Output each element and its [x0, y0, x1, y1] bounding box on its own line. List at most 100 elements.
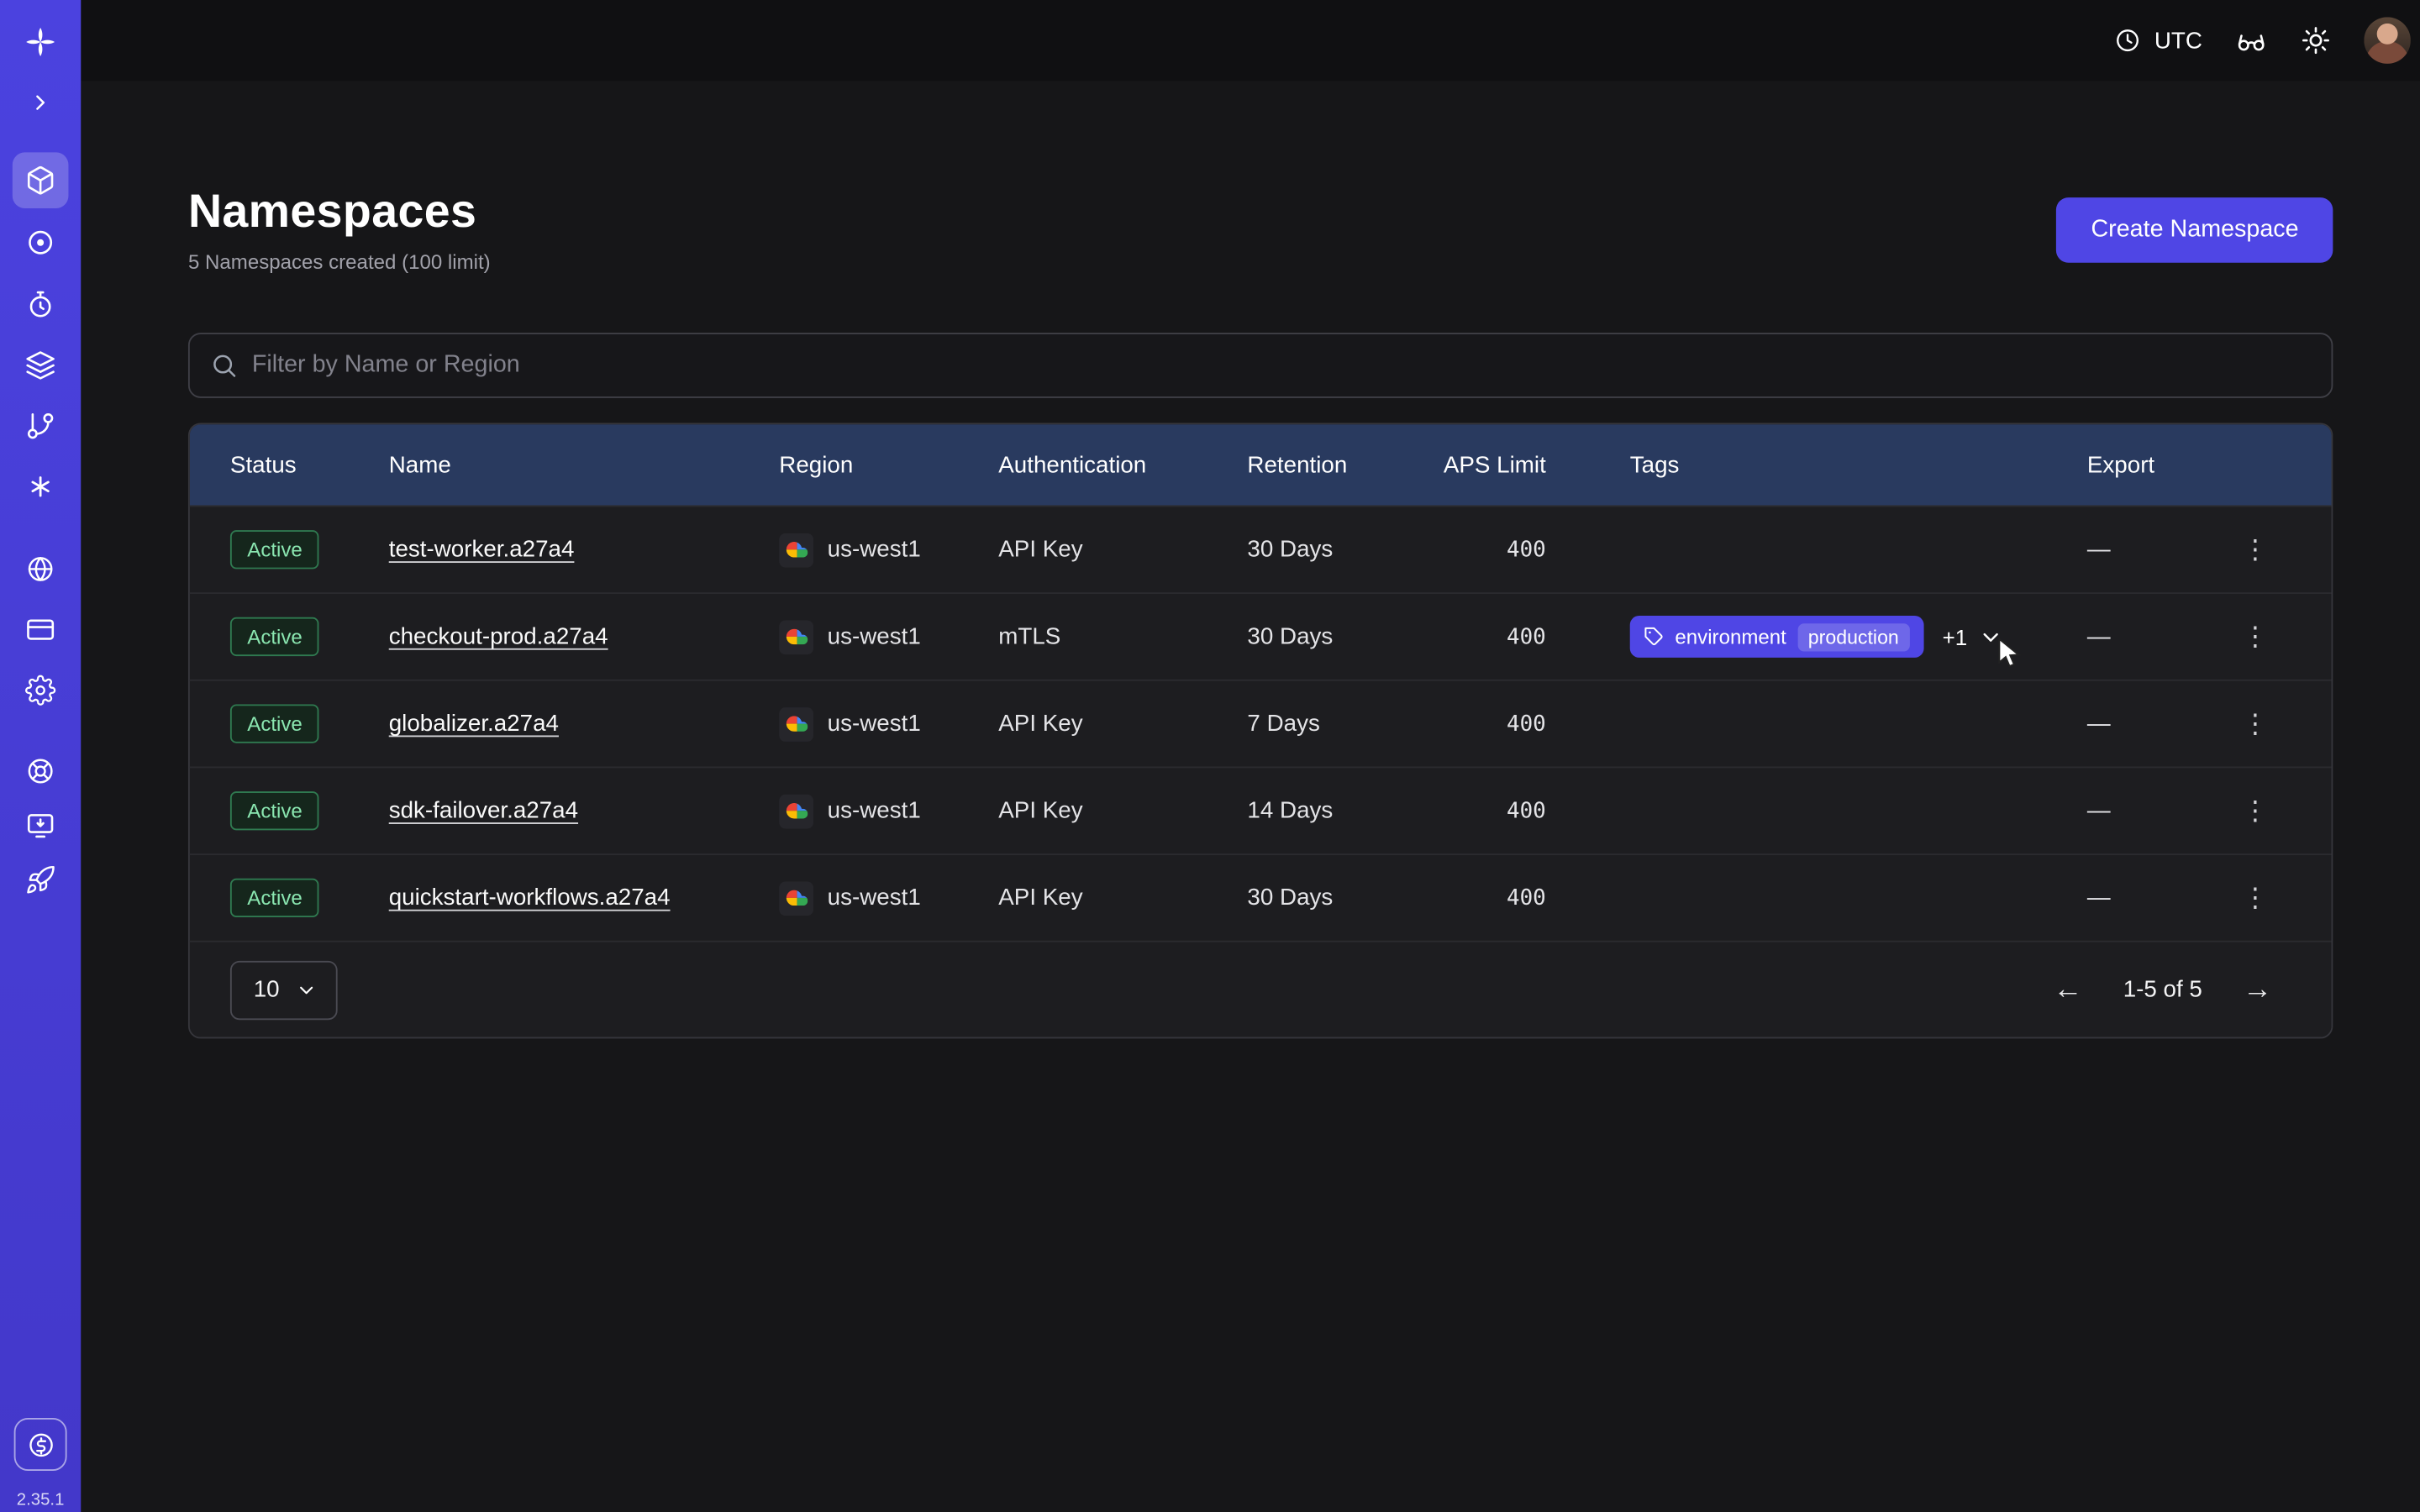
table-row: Active checkout-prod.a27a4 us-west1 mTLS… [190, 592, 2332, 680]
status-badge: Active [230, 617, 319, 656]
table-row: Active globalizer.a27a4 us-west1 API Key… [190, 680, 2332, 767]
row-menu-button[interactable]: ⋮ [2229, 530, 2281, 569]
sidebar-expand-button[interactable] [13, 75, 69, 131]
credit-card-icon [25, 614, 56, 645]
col-aps-limit: APS Limit [1440, 452, 1630, 478]
next-page-button[interactable]: → [2243, 975, 2272, 1005]
page-size-value: 10 [254, 976, 280, 1002]
namespace-link[interactable]: quickstart-workflows.a27a4 [389, 885, 671, 911]
usage-button[interactable] [14, 1418, 67, 1471]
sidebar-item-workflows[interactable] [13, 398, 69, 454]
main-area: UTC Namespaces 5 Namespaces created (100… [81, 0, 2420, 1512]
tag-pill-group: environment production +1 [1630, 616, 2003, 658]
tag-value: production [1797, 622, 1910, 650]
row-menu-button[interactable]: ⋮ [2229, 791, 2281, 830]
namespace-count-label: 5 Namespaces created (100 limit) [188, 250, 491, 274]
row-menu-button[interactable]: ⋮ [2229, 617, 2281, 656]
gcp-cloud-icon [779, 706, 813, 741]
theme-toggle-button[interactable] [2300, 25, 2331, 56]
gcp-cloud-icon [779, 794, 813, 828]
table-header-row: Status Name Region Authentication Retent… [190, 424, 2332, 505]
chevron-right-icon [28, 90, 53, 115]
filter-input[interactable] [252, 351, 2312, 379]
version-label: 2.35.1 [0, 1491, 81, 1509]
prev-page-button[interactable]: ← [2053, 975, 2082, 1005]
clock-icon [2114, 26, 2142, 54]
col-region: Region [779, 452, 998, 478]
aps-limit-value: 400 [1440, 885, 1630, 911]
col-name: Name [389, 452, 780, 478]
sidebar-item-deployments[interactable] [13, 338, 69, 394]
sidebar-item-support[interactable] [13, 743, 69, 800]
col-tags: Tags [1630, 452, 2087, 478]
aps-limit-value: 400 [1440, 711, 1630, 737]
chevron-down-icon[interactable] [1978, 624, 2003, 649]
row-menu-button[interactable]: ⋮ [2229, 704, 2281, 743]
col-authentication: Authentication [998, 452, 1247, 478]
retention-label: 30 Days [1247, 537, 1440, 563]
namespace-link[interactable]: sdk-failover.a27a4 [389, 798, 578, 824]
sidebar-item-regions[interactable] [13, 541, 69, 597]
glasses-icon [2235, 24, 2268, 57]
timezone-selector[interactable]: UTC [2114, 26, 2202, 54]
layers-icon [25, 349, 56, 381]
gcp-cloud-icon [779, 620, 813, 654]
dollar-circle-icon [26, 1430, 55, 1459]
retention-label: 30 Days [1247, 623, 1440, 649]
region-label: us-west1 [828, 711, 921, 737]
table-row: Active test-worker.a27a4 us-west1 API Ke… [190, 506, 2332, 593]
filter-bar [188, 333, 2333, 398]
monitor-arrow-icon [25, 810, 56, 841]
col-status: Status [230, 452, 389, 478]
namespace-link[interactable]: checkout-prod.a27a4 [389, 623, 608, 649]
search-icon [210, 351, 238, 379]
stopwatch-icon [25, 289, 56, 320]
life-buoy-icon [25, 756, 56, 787]
tag-pill[interactable]: environment production [1630, 616, 1924, 658]
cube-icon [25, 165, 56, 196]
page-size-select[interactable]: 10 [230, 960, 337, 1019]
topbar: UTC [81, 0, 2420, 81]
auth-label: mTLS [998, 623, 1247, 649]
sun-icon [2300, 25, 2331, 56]
export-value: — [2087, 885, 2212, 911]
region-label: us-west1 [828, 885, 921, 911]
namespace-link[interactable]: test-worker.a27a4 [389, 537, 575, 563]
sidebar-item-settings[interactable] [13, 662, 69, 718]
col-retention: Retention [1247, 452, 1440, 478]
page-title: Namespaces [188, 186, 491, 239]
sidebar-item-getting-started[interactable] [13, 798, 69, 854]
region-label: us-west1 [828, 798, 921, 824]
chevron-down-icon [295, 979, 317, 1000]
export-value: — [2087, 798, 2212, 824]
sidebar: 2.35.1 [0, 0, 81, 1512]
col-export: Export [2087, 452, 2212, 478]
rocket-icon [25, 864, 56, 895]
sidebar-item-quickstart[interactable] [13, 852, 69, 908]
asterisk-icon [25, 471, 56, 502]
retention-label: 14 Days [1247, 798, 1440, 824]
namespace-link[interactable]: globalizer.a27a4 [389, 711, 559, 737]
user-avatar[interactable] [2364, 17, 2411, 64]
sidebar-item-nexus[interactable] [13, 459, 69, 515]
aps-limit-value: 400 [1440, 537, 1630, 562]
row-menu-button[interactable]: ⋮ [2229, 879, 2281, 917]
export-value: — [2087, 623, 2212, 649]
tag-extra-count: +1 [1943, 624, 1968, 649]
table-footer: 10 ← 1-5 of 5 → [190, 941, 2332, 1037]
tag-icon [1644, 627, 1664, 647]
git-branch-icon [25, 411, 56, 442]
aps-limit-value: 400 [1440, 624, 1630, 649]
sidebar-item-monitoring[interactable] [13, 214, 69, 270]
pagination-range: 1-5 of 5 [2123, 976, 2202, 1002]
create-namespace-button[interactable]: Create Namespace [2057, 197, 2333, 263]
temporal-logo-icon [13, 14, 69, 71]
auth-label: API Key [998, 798, 1247, 824]
region-label: us-west1 [828, 537, 921, 563]
sidebar-item-billing[interactable] [13, 601, 69, 658]
labs-toggle-button[interactable] [2235, 24, 2268, 57]
sidebar-item-namespaces[interactable] [13, 152, 69, 208]
gear-icon [25, 675, 56, 706]
table-body: Active test-worker.a27a4 us-west1 API Ke… [190, 506, 2332, 941]
sidebar-item-schedules[interactable] [13, 276, 69, 333]
